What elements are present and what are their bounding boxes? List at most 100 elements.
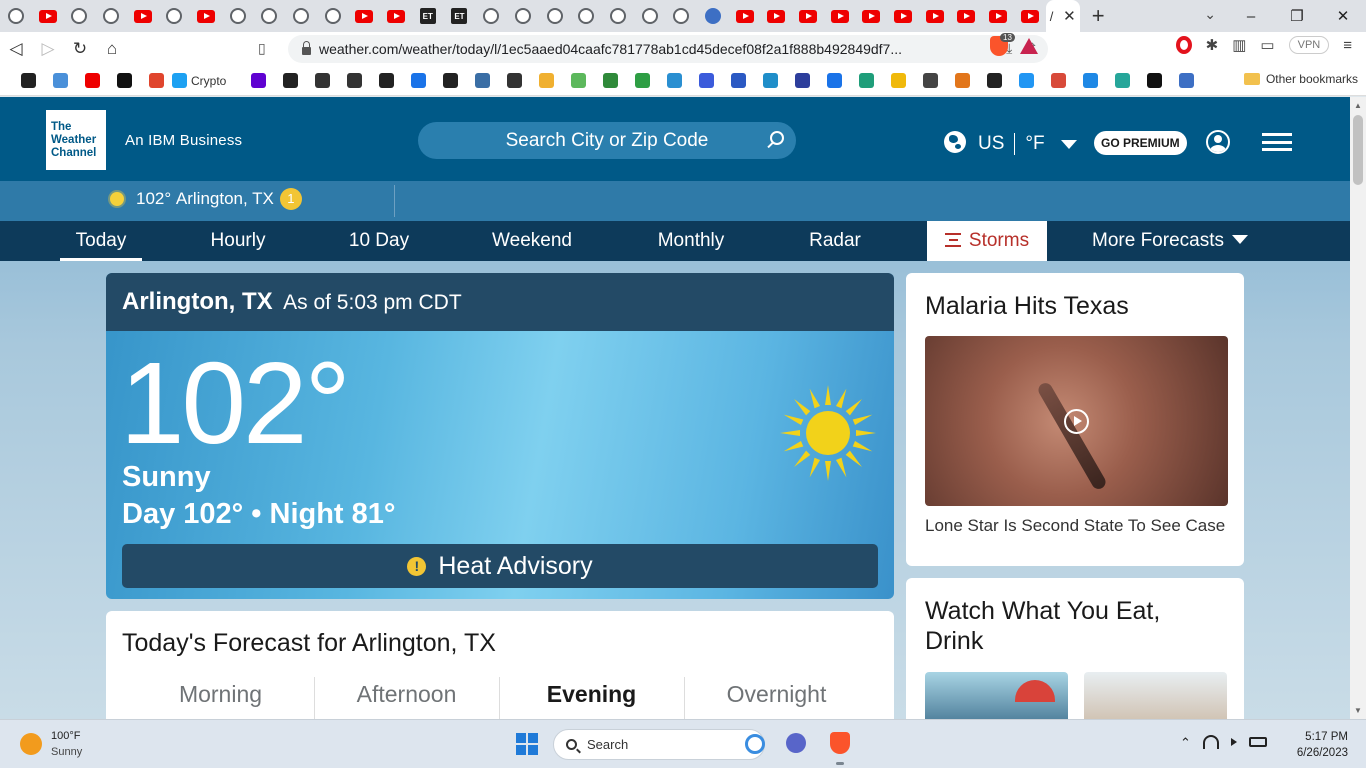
browser-tab[interactable]: [665, 0, 697, 32]
browser-tab[interactable]: [190, 0, 222, 32]
bookmark-item[interactable]: [850, 66, 882, 96]
taskbar-condition[interactable]: Sunny: [51, 746, 82, 758]
go-premium-button[interactable]: GO PREMIUM: [1094, 131, 1187, 155]
bookmark-item[interactable]: [818, 66, 850, 96]
browser-tab[interactable]: [856, 0, 888, 32]
forecast-tab-overnight[interactable]: Overnight: [684, 681, 869, 719]
watch-what-you-eat-card[interactable]: Watch What You Eat, Drink: [906, 578, 1244, 719]
bookmark-page-icon[interactable]: ▯: [258, 40, 266, 57]
bookmark-item[interactable]: [1042, 66, 1074, 96]
tab-hourly[interactable]: Hourly: [196, 221, 280, 261]
browser-tab[interactable]: [127, 0, 159, 32]
bookmark-item[interactable]: [498, 66, 530, 96]
bookmark-item[interactable]: [306, 66, 338, 96]
new-tab-button[interactable]: +: [1092, 5, 1105, 27]
bookmark-item[interactable]: [594, 66, 626, 96]
bookmark-item[interactable]: [1010, 66, 1042, 96]
taskbar-search-input[interactable]: Search: [553, 729, 765, 760]
browser-tab[interactable]: [32, 0, 64, 32]
forecast-tab-evening[interactable]: Evening: [499, 681, 684, 719]
browser-tab[interactable]: [254, 0, 286, 32]
minimize-button[interactable]: –: [1228, 8, 1274, 25]
scroll-thumb[interactable]: [1353, 115, 1363, 185]
windows-start-icon[interactable]: [516, 733, 538, 755]
browser-tab[interactable]: [697, 0, 729, 32]
brave-rewards-icon[interactable]: [1020, 38, 1038, 54]
browser-tab[interactable]: [951, 0, 983, 32]
tab-active[interactable]: / ✕: [1045, 0, 1080, 32]
lock-icon[interactable]: [302, 41, 311, 55]
browser-tab[interactable]: [380, 0, 412, 32]
bookmark-item[interactable]: [914, 66, 946, 96]
tab-more-forecasts[interactable]: More Forecasts: [1080, 221, 1260, 261]
puzzle-extensions-icon[interactable]: ✱: [1206, 36, 1219, 54]
brave-shield-icon[interactable]: 13: [990, 33, 1015, 56]
browser-tab[interactable]: [95, 0, 127, 32]
tray-chevron-icon[interactable]: ⌃: [1180, 735, 1191, 751]
browser-tab[interactable]: ET: [412, 0, 444, 32]
bookmark-item[interactable]: [434, 66, 466, 96]
weather-channel-logo[interactable]: The Weather Channel: [46, 110, 106, 170]
bookmark-item[interactable]: [12, 66, 44, 96]
browser-tab[interactable]: [1014, 0, 1046, 32]
bookmark-item[interactable]: [626, 66, 658, 96]
bookmark-item[interactable]: [274, 66, 306, 96]
bookmark-item[interactable]: [1074, 66, 1106, 96]
address-bar[interactable]: weather.com/weather/today/l/1ec5aaed04ca…: [288, 35, 1048, 63]
umbrella-thumbnail[interactable]: [925, 672, 1068, 719]
bookmark-item[interactable]: [1170, 66, 1202, 96]
bookmark-item[interactable]: [338, 66, 370, 96]
bookmark-crypto[interactable]: Crypto: [172, 66, 242, 96]
bookmark-item[interactable]: [140, 66, 172, 96]
chat-icon[interactable]: [786, 733, 806, 753]
play-icon[interactable]: [1064, 409, 1089, 434]
browser-tab[interactable]: [285, 0, 317, 32]
opera-icon[interactable]: [1175, 36, 1192, 54]
chevron-down-icon[interactable]: [1060, 139, 1077, 149]
home-button[interactable]: ⌂: [96, 39, 128, 59]
bookmark-item[interactable]: [1138, 66, 1170, 96]
browser-tab[interactable]: [158, 0, 190, 32]
bookmark-item[interactable]: [690, 66, 722, 96]
close-tab-icon[interactable]: ✕: [1063, 7, 1076, 25]
bookmark-item[interactable]: [786, 66, 818, 96]
vpn-button[interactable]: VPN: [1288, 36, 1330, 54]
tab-search-chevron-icon[interactable]: ⌄: [1204, 6, 1216, 23]
people-thumbnail[interactable]: [1084, 672, 1227, 719]
browser-tab[interactable]: [919, 0, 951, 32]
bookmark-item[interactable]: [370, 66, 402, 96]
forecast-tab-morning[interactable]: Morning: [128, 681, 313, 719]
browser-tab[interactable]: [824, 0, 856, 32]
saved-location-arlington[interactable]: 102° Arlington, TX 1: [110, 188, 302, 210]
browser-tab[interactable]: [792, 0, 824, 32]
bookmark-item[interactable]: [1106, 66, 1138, 96]
bookmark-item[interactable]: [242, 66, 274, 96]
globe-icon[interactable]: [944, 131, 966, 153]
bookmark-item[interactable]: [562, 66, 594, 96]
reload-button[interactable]: ↻: [64, 39, 96, 59]
browser-tab[interactable]: [507, 0, 539, 32]
tab-ten-day[interactable]: 10 Day: [336, 221, 422, 261]
hamburger-menu-icon[interactable]: [1262, 133, 1292, 151]
volume-icon[interactable]: [1230, 738, 1237, 746]
scroll-up-icon[interactable]: ▲: [1354, 101, 1362, 110]
scroll-down-icon[interactable]: ▼: [1354, 706, 1362, 715]
search-icon[interactable]: [770, 131, 784, 145]
browser-tab[interactable]: [570, 0, 602, 32]
sun-icon[interactable]: [20, 733, 42, 755]
browser-tab[interactable]: [222, 0, 254, 32]
page-scrollbar[interactable]: ▲ ▼: [1350, 97, 1366, 719]
browser-tab[interactable]: [349, 0, 381, 32]
sidebar-icon[interactable]: ▥: [1232, 36, 1246, 54]
bookmark-item[interactable]: [978, 66, 1010, 96]
brave-browser-icon[interactable]: [830, 732, 850, 754]
forward-button[interactable]: ▷: [32, 39, 64, 59]
bookmark-item[interactable]: [466, 66, 498, 96]
malaria-caption[interactable]: Lone Star Is Second State To See Case: [925, 516, 1225, 536]
browser-tab[interactable]: [317, 0, 349, 32]
other-bookmarks-button[interactable]: Other bookmarks: [1243, 72, 1358, 86]
back-button[interactable]: ◁: [0, 39, 32, 59]
bookmark-item[interactable]: [44, 66, 76, 96]
browser-tab[interactable]: [634, 0, 666, 32]
clock[interactable]: 5:17 PM 6/26/2023: [1282, 729, 1348, 761]
